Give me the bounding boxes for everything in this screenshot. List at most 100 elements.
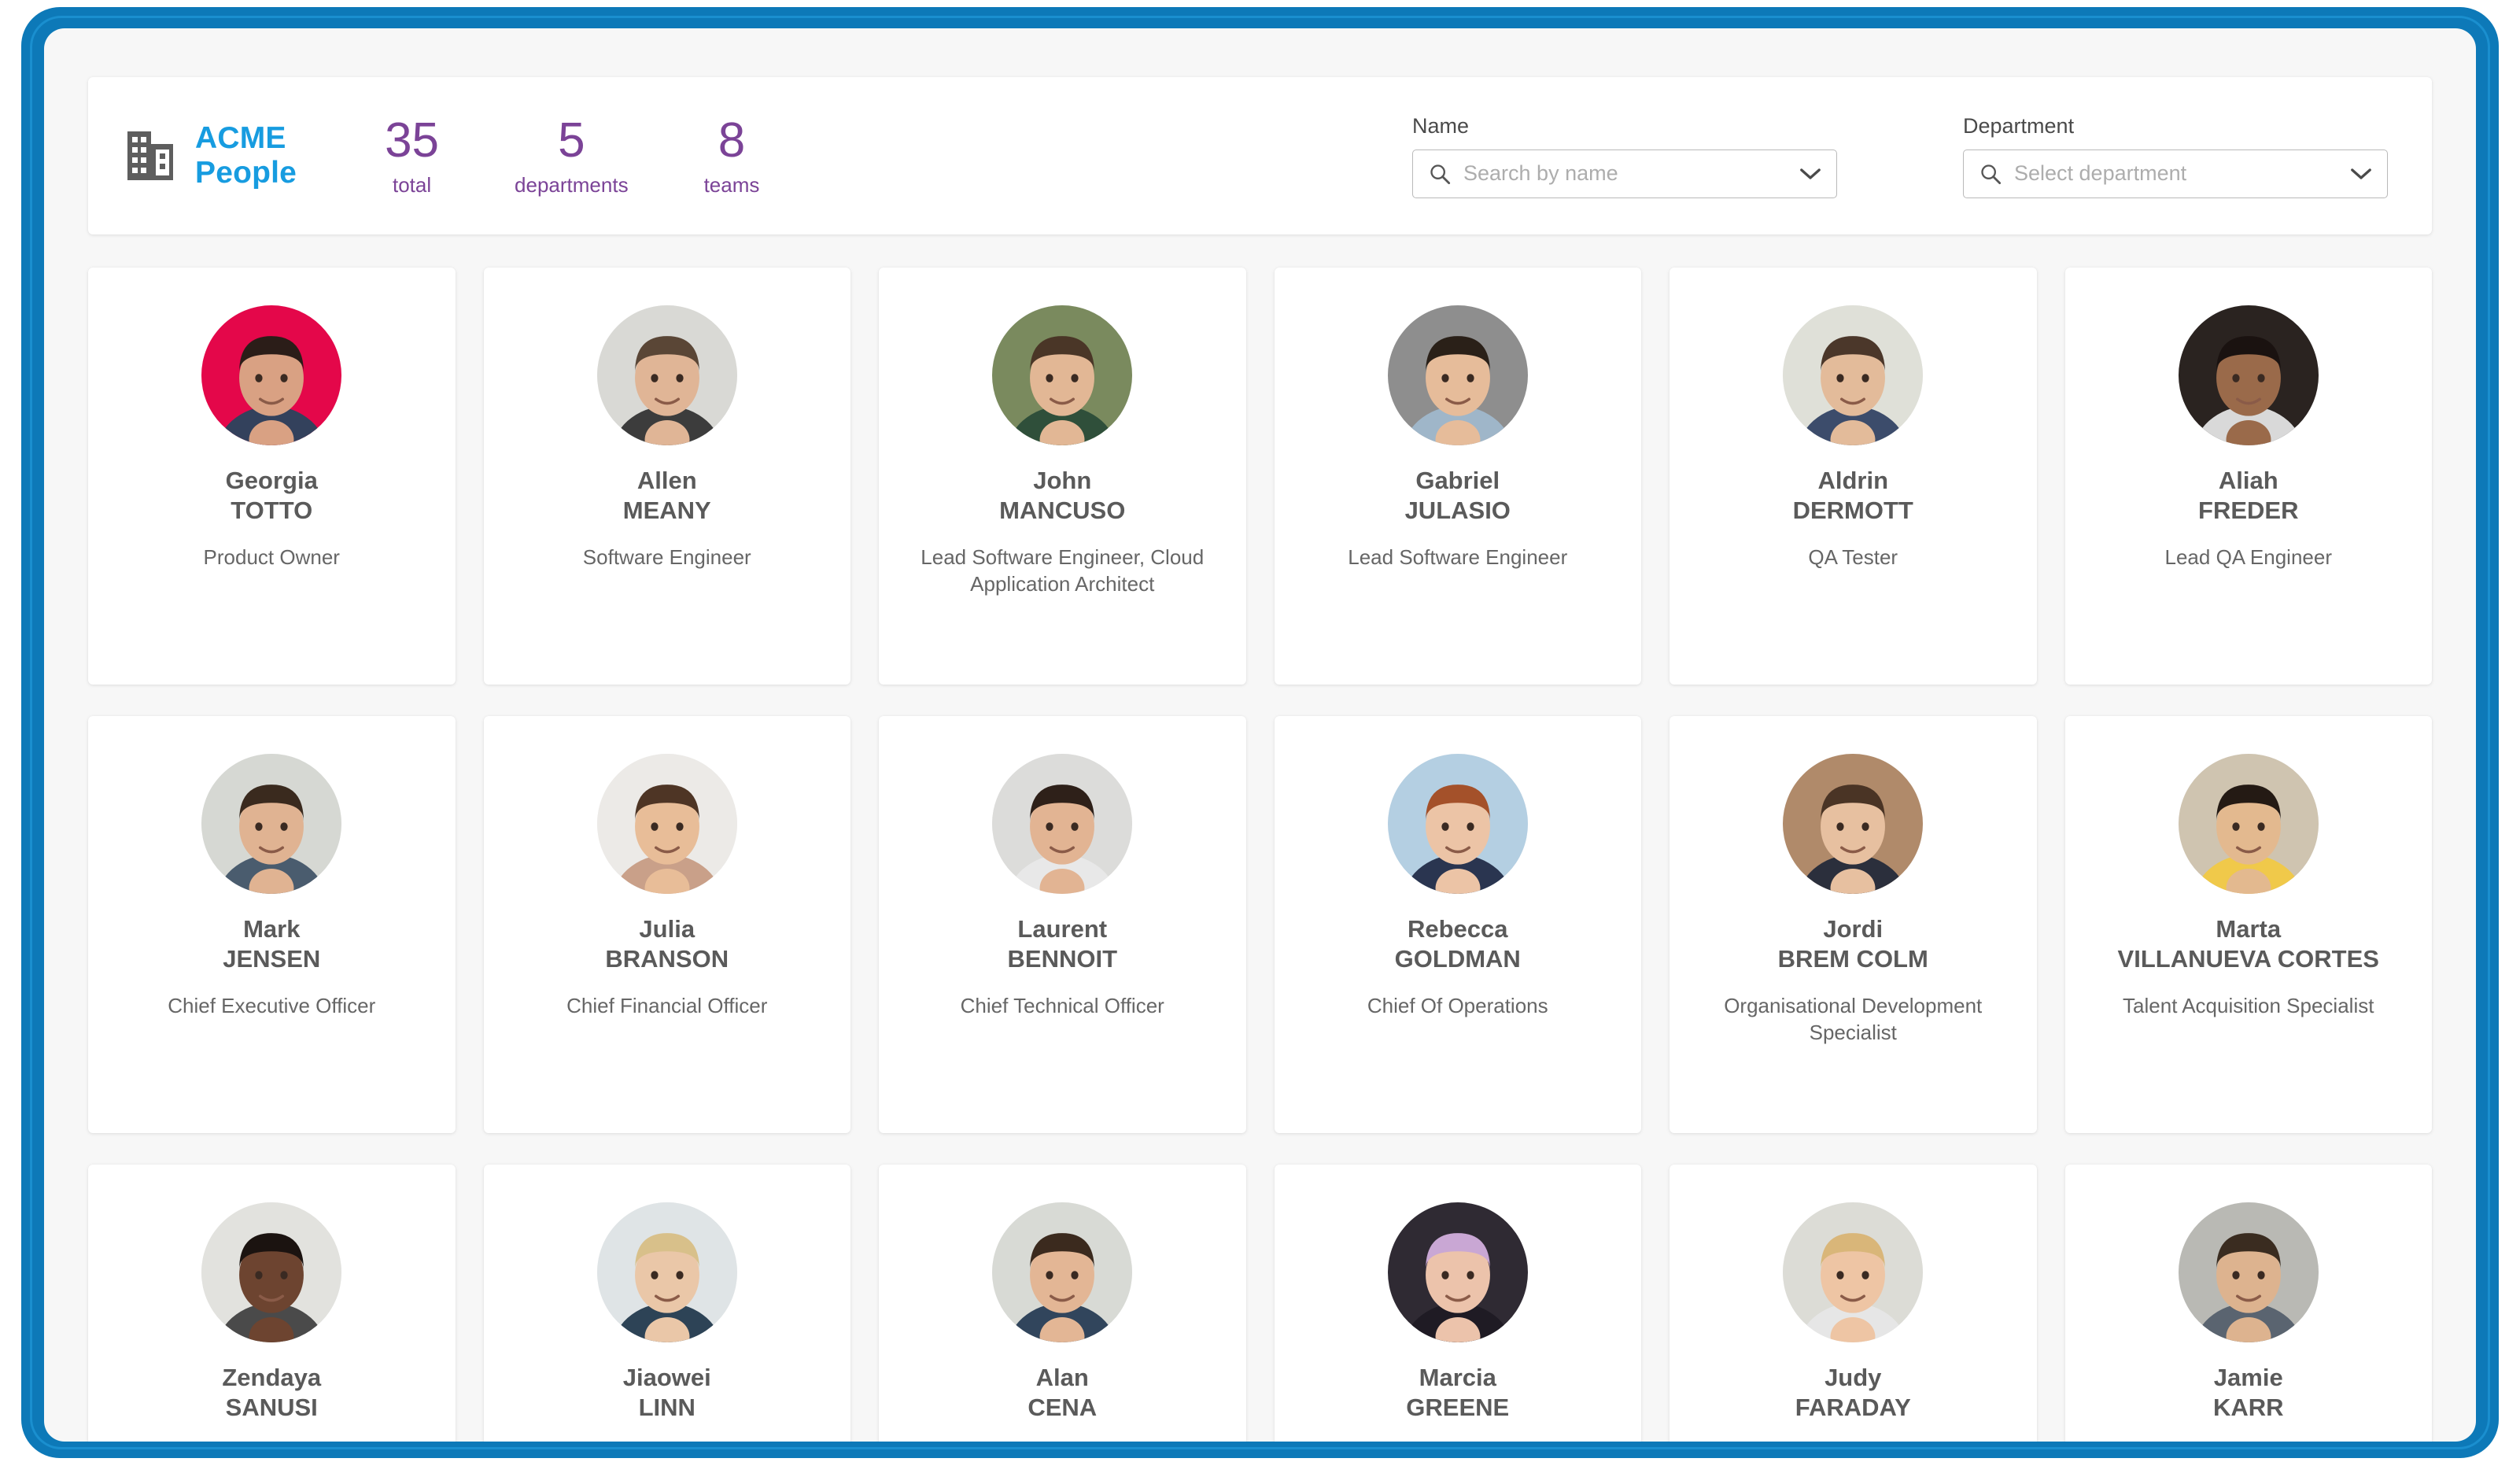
department-filter: Department: [1963, 114, 2388, 198]
avatar: [992, 1202, 1133, 1342]
person-name: Zendaya SANUSI: [105, 1363, 438, 1423]
name-filter: Name: [1412, 114, 1837, 198]
person-name: Georgia TOTTO: [105, 466, 438, 526]
department-select-control[interactable]: [1963, 149, 2388, 198]
person-card[interactable]: John MANCUSO Lead Software Engineer, Cloud…: [879, 268, 1246, 685]
person-last-name: TOTTO: [231, 497, 313, 525]
person-last-name: SANUSI: [225, 1394, 318, 1422]
app-viewport: ACME People 35 total 5 departments 8 tea…: [44, 28, 2476, 1442]
person-name: Julia BRANSON: [501, 914, 834, 975]
name-filter-label: Name: [1412, 113, 1470, 138]
search-icon: [1430, 164, 1451, 184]
person-role: Lead Software Engineer, Cloud Applicatio…: [921, 545, 1205, 596]
stat-teams: 8 teams: [703, 113, 760, 197]
search-input[interactable]: [1463, 161, 1786, 186]
building-icon: [127, 131, 173, 180]
person-first-name: Mark: [243, 915, 301, 943]
person-last-name: KARR: [2212, 1394, 2284, 1422]
person-name: John MANCUSO: [896, 466, 1229, 526]
person-card[interactable]: Marta VILLANUEVA CORTES Talent Acquisition…: [2064, 716, 2432, 1133]
person-name: Jordi BREM COLM: [1687, 914, 2020, 975]
person-card[interactable]: Aldrin DERMOTT QA Tester: [1670, 268, 2037, 685]
avatar: [201, 1202, 342, 1342]
person-last-name: FREDER: [2198, 497, 2299, 525]
person-last-name: FARADAY: [1795, 1394, 1911, 1422]
person-card[interactable]: Laurent BENNOIT Chief Technical Officer: [879, 716, 1246, 1133]
person-first-name: Aldrin: [1817, 467, 1889, 494]
person-role: Software Engineer: [582, 545, 751, 569]
person-last-name: LINN: [638, 1394, 695, 1422]
stat-departments: 5 departments: [515, 113, 629, 196]
person-card[interactable]: Georgia TOTTO Product Owner: [88, 268, 456, 685]
department-filter-label: Department: [1963, 113, 2075, 138]
person-first-name: Aliah: [2218, 467, 2278, 494]
stat-teams-label: teams: [703, 173, 760, 197]
avatar: [201, 754, 342, 894]
avatar: [596, 754, 737, 894]
person-first-name: Zendaya: [222, 1364, 322, 1391]
person-role: Chief Of Operations: [1367, 993, 1548, 1017]
person-name: Gabriel JULASIO: [1292, 466, 1625, 526]
person-first-name: Gabriel: [1415, 467, 1500, 494]
person-name: Jamie KARR: [2083, 1363, 2415, 1423]
person-name: Marta VILLANUEVA CORTES: [2083, 914, 2415, 975]
person-card[interactable]: Zendaya SANUSI: [88, 1165, 456, 1442]
avatar: [1387, 754, 1528, 894]
avatar: [2178, 754, 2319, 894]
person-card[interactable]: Julia BRANSON Chief Financial Officer: [483, 716, 850, 1133]
stat-total-label: total: [392, 173, 432, 197]
avatar: [1387, 305, 1528, 445]
page-content: ACME People 35 total 5 departments 8 tea…: [44, 28, 2476, 1442]
brand-name-line1: ACME: [195, 121, 286, 156]
person-first-name: Rebecca: [1407, 915, 1508, 943]
avatar: [596, 1202, 737, 1342]
person-role: Organisational Development Specialist: [1724, 993, 1983, 1045]
person-first-name: Judy: [1825, 1364, 1882, 1391]
person-name: Marcia GREENE: [1292, 1363, 1625, 1423]
person-first-name: Jordi: [1823, 915, 1884, 943]
person-card[interactable]: Aliah FREDER Lead QA Engineer: [2064, 268, 2432, 685]
person-last-name: JENSEN: [223, 945, 321, 973]
person-name: Aliah FREDER: [2083, 466, 2415, 526]
person-name: Alan CENA: [896, 1363, 1229, 1423]
chevron-down-icon[interactable]: [2349, 167, 2373, 181]
chevron-down-icon[interactable]: [1799, 167, 1822, 181]
filter-controls: Name Department: [1412, 114, 2388, 198]
person-card[interactable]: Jiaowei LINN: [483, 1165, 850, 1442]
person-role: Chief Financial Officer: [566, 993, 768, 1017]
person-first-name: Georgia: [225, 467, 318, 494]
person-first-name: Marta: [2216, 915, 2282, 943]
person-role: Talent Acquisition Specialist: [2123, 993, 2374, 1017]
person-role: Product Owner: [203, 545, 340, 569]
brand-name: ACME People: [195, 121, 297, 190]
avatar: [1783, 1202, 1924, 1342]
person-last-name: BRANSON: [605, 945, 729, 973]
stat-teams-value: 8: [718, 113, 746, 168]
person-role: QA Tester: [1808, 545, 1898, 569]
person-card[interactable]: Alan CENA: [879, 1165, 1246, 1442]
person-card[interactable]: Jordi BREM COLM Organisational Development…: [1670, 716, 2037, 1133]
person-first-name: Julia: [639, 915, 695, 943]
person-card[interactable]: Jamie KARR: [2064, 1165, 2432, 1442]
person-last-name: GREENE: [1406, 1394, 1510, 1422]
person-card[interactable]: Mark JENSEN Chief Executive Officer: [88, 716, 456, 1133]
person-last-name: GOLDMAN: [1394, 945, 1521, 973]
person-last-name: MEANY: [622, 497, 711, 525]
stats-summary: 35 total 5 departments 8 teams: [385, 113, 760, 197]
person-first-name: Jiaowei: [622, 1364, 711, 1391]
person-name: Jiaowei LINN: [501, 1363, 834, 1423]
person-card[interactable]: Allen MEANY Software Engineer: [483, 268, 850, 685]
person-first-name: John: [1033, 467, 1092, 494]
brand-name-line2: People: [195, 156, 297, 190]
person-card[interactable]: Judy FARADAY: [1670, 1165, 2037, 1442]
brand: ACME People: [126, 121, 297, 190]
person-name: Rebecca GOLDMAN: [1292, 914, 1625, 975]
person-card[interactable]: Rebecca GOLDMAN Chief Of Operations: [1274, 716, 1641, 1133]
stat-departments-value: 5: [558, 113, 585, 168]
name-search-control[interactable]: [1412, 149, 1837, 198]
person-first-name: Marcia: [1419, 1364, 1496, 1391]
app-header: ACME People 35 total 5 departments 8 tea…: [88, 77, 2432, 234]
person-card[interactable]: Marcia GREENE: [1274, 1165, 1641, 1442]
department-input[interactable]: [2014, 161, 2337, 186]
person-card[interactable]: Gabriel JULASIO Lead Software Engineer: [1274, 268, 1641, 685]
